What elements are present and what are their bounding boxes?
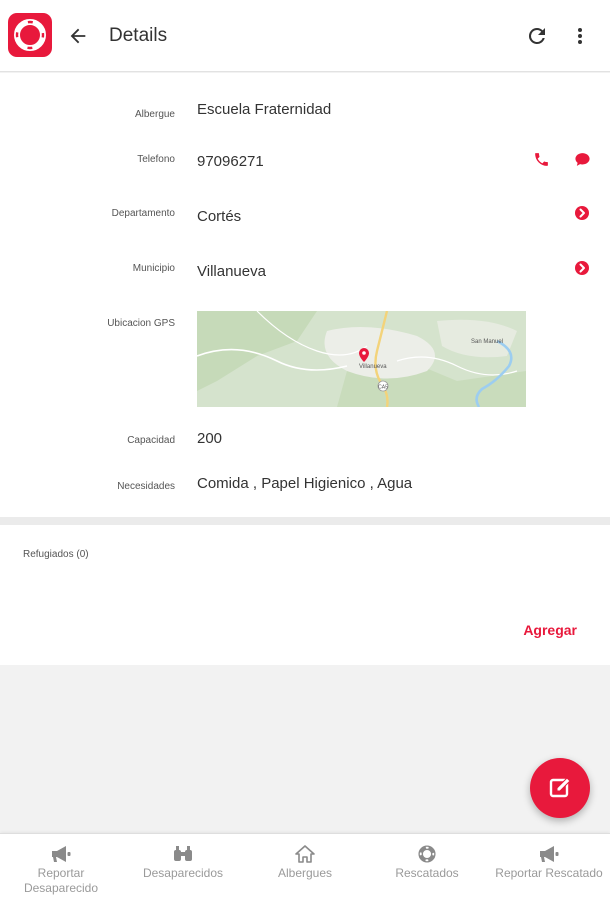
nav-label: Rescatados xyxy=(395,866,459,880)
refresh-button[interactable] xyxy=(523,22,551,50)
gps-label: Ubicacion GPS xyxy=(107,318,175,329)
message-button[interactable] xyxy=(571,148,593,170)
phone-icon xyxy=(534,152,548,166)
departamento-select-button[interactable] xyxy=(571,202,593,224)
map-town-label: Villanueva xyxy=(359,364,387,370)
edit-fab-button[interactable] xyxy=(530,758,590,818)
necesidades-label: Necesidades xyxy=(117,481,175,492)
capacidad-label: Capacidad xyxy=(127,435,175,446)
lifebuoy-icon xyxy=(418,845,436,863)
chevron-right-circle-icon xyxy=(575,261,589,275)
chevron-right-circle-icon xyxy=(575,206,589,220)
municipio-select-button[interactable] xyxy=(571,257,593,279)
section-divider xyxy=(0,517,610,525)
map-place-label: San Manuel xyxy=(471,339,503,345)
home-icon xyxy=(295,845,315,863)
agregar-button[interactable]: Agregar xyxy=(523,622,577,638)
more-vert-icon xyxy=(578,28,582,44)
call-button[interactable] xyxy=(530,148,552,170)
map-image: CA5 Villanueva San Manuel xyxy=(197,311,526,407)
nav-label: Desaparecidos xyxy=(142,866,224,880)
departamento-value: Cortés xyxy=(197,208,242,225)
refresh-icon xyxy=(528,27,545,44)
megaphone-icon xyxy=(540,846,559,862)
refugiados-section: Refugiados (0) Agregar xyxy=(0,525,610,665)
necesidades-value: Comida , Papel Higienico , Agua xyxy=(197,475,413,492)
municipio-value: Villanueva xyxy=(197,263,266,280)
capacidad-value: 200 xyxy=(197,430,223,447)
nav-label: Albergues xyxy=(277,866,333,880)
refugiados-title: Refugiados (0) xyxy=(23,549,89,560)
gps-map[interactable]: CA5 Villanueva San Manuel xyxy=(197,311,526,407)
nav-item-albergues[interactable]: Albergues xyxy=(244,834,366,900)
telefono-label: Telefono xyxy=(137,154,175,165)
albergue-label: Albergue xyxy=(134,109,175,120)
back-button[interactable] xyxy=(64,22,92,50)
nav-item-desaparecidos[interactable]: Desaparecidos xyxy=(122,834,244,900)
megaphone-icon xyxy=(52,846,71,862)
arrow-back-icon xyxy=(70,28,86,44)
bottom-nav: Reportar Desaparecido Desaparecidos Albe… xyxy=(0,833,610,900)
telefono-value: 97096271 xyxy=(197,153,264,170)
chat-bubble-icon xyxy=(574,152,590,166)
edit-icon xyxy=(549,777,571,798)
nav-item-reportar-rescatado[interactable]: Reportar Rescatado xyxy=(488,834,610,900)
page-title: Details xyxy=(109,25,168,46)
app-logo[interactable] xyxy=(8,13,52,57)
more-menu-button[interactable] xyxy=(568,22,592,50)
nav-item-reportar-desaparecido[interactable]: Reportar Desaparecido xyxy=(0,834,122,900)
nav-item-rescatados[interactable]: Rescatados xyxy=(366,834,488,900)
nav-label: Reportar Desaparecido xyxy=(23,866,99,895)
albergue-value: Escuela Fraternidad xyxy=(197,101,332,118)
municipio-label: Municipio xyxy=(132,263,175,274)
binoculars-icon xyxy=(174,846,192,861)
departamento-label: Departamento xyxy=(111,208,175,219)
app-bar: Details xyxy=(0,0,610,72)
map-route-label: CA5 xyxy=(378,385,388,391)
nav-label: Reportar Rescatado xyxy=(495,866,603,880)
shelter-details: Albergue Escuela Fraternidad Telefono 97… xyxy=(0,73,610,517)
lifebuoy-logo-icon xyxy=(14,19,46,51)
